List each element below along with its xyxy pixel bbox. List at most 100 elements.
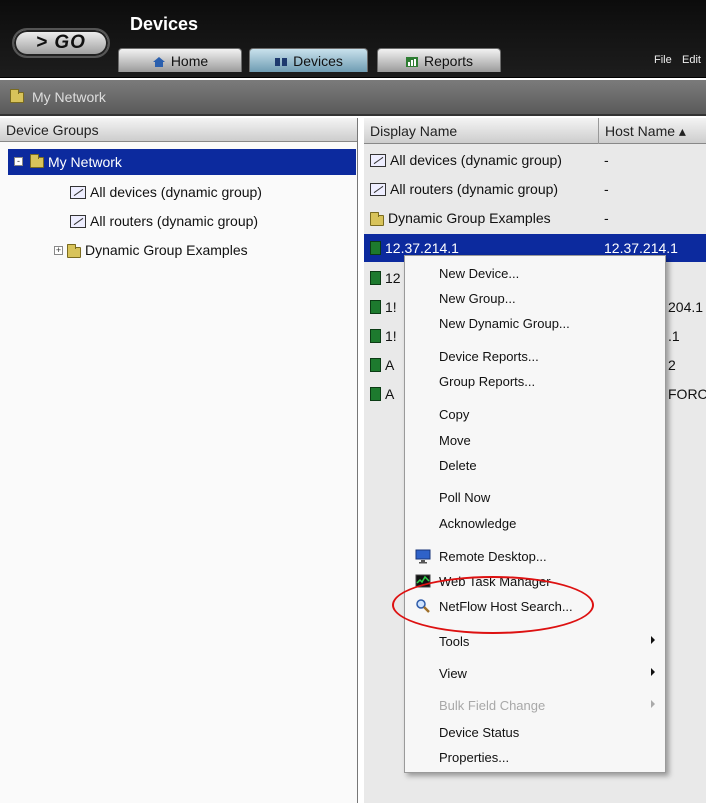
menu-item-delete[interactable]: Delete	[405, 454, 667, 476]
task-manager-icon	[415, 573, 431, 589]
menu-item-label: NetFlow Host Search...	[439, 598, 573, 614]
tab-home[interactable]: Home	[118, 48, 242, 72]
menu-item-label: New Group...	[439, 290, 516, 306]
host-name-cell: 2	[668, 357, 676, 373]
device-icon	[370, 271, 381, 285]
tree-item-my-network[interactable]: - My Network	[8, 149, 356, 175]
magnifier-icon	[415, 598, 431, 614]
menu-item-label: Properties...	[439, 749, 510, 765]
menu-item-label: Delete	[439, 457, 477, 473]
menu-item-move[interactable]: Move	[405, 429, 667, 451]
menu-item-new-dynamic-group[interactable]: New Dynamic Group...	[405, 312, 667, 334]
table-row[interactable]: All routers (dynamic group) -	[364, 175, 706, 203]
host-name-cell: -	[604, 152, 609, 168]
device-icon	[370, 358, 381, 372]
menu-item-acknowledge[interactable]: Acknowledge	[405, 512, 667, 534]
folder-icon	[10, 88, 24, 103]
menu-item-tools[interactable]: Tools	[405, 630, 667, 652]
menu-item-label: Web Task Manager	[439, 573, 551, 589]
device-icon	[370, 300, 381, 314]
breadcrumb: My Network	[0, 80, 706, 116]
host-name-cell: FORC	[668, 386, 706, 402]
host-name-cell: -	[604, 181, 609, 197]
dynamic-group-icon	[370, 153, 386, 167]
menu-item-label: New Dynamic Group...	[439, 315, 570, 331]
display-name-cell: 1!	[385, 299, 397, 315]
tree-item-all-routers[interactable]: All routers (dynamic group)	[70, 208, 350, 234]
app-title: Devices	[130, 14, 199, 34]
menu-item-label: Bulk Field Change	[439, 697, 546, 713]
tree-item-dynamic-group-examples[interactable]: + Dynamic Group Examples	[54, 237, 350, 263]
table-row[interactable]: All devices (dynamic group) -	[364, 146, 706, 174]
menu-item-new-group[interactable]: New Group...	[405, 287, 667, 309]
expand-icon[interactable]: +	[54, 245, 63, 255]
host-name-cell: 12.37.214.1	[604, 240, 678, 256]
app-header: > GO Devices Home Devices Reports File E…	[0, 0, 706, 78]
tab-reports-label: Reports	[423, 52, 474, 69]
menu-item-copy[interactable]: Copy	[405, 403, 667, 425]
display-name-cell: Dynamic Group Examples	[388, 210, 551, 226]
menu-item-label: Remote Desktop...	[439, 548, 547, 564]
menu-item-label: Group Reports...	[439, 373, 536, 389]
dynamic-group-icon	[70, 214, 86, 228]
file-menu[interactable]: File	[654, 54, 672, 66]
dynamic-group-icon	[370, 182, 386, 196]
display-name-cell: 1!	[385, 328, 397, 344]
device-icon	[370, 329, 381, 343]
reports-icon	[405, 55, 419, 67]
context-menu: New Device... New Group... New Dynamic G…	[404, 255, 666, 773]
tree-item-label: All routers (dynamic group)	[90, 213, 259, 229]
remote-desktop-icon	[415, 548, 431, 564]
column-display-name[interactable]: Display Name	[364, 118, 599, 144]
menu-item-device-reports[interactable]: Device Reports...	[405, 345, 667, 367]
tree-item-all-devices[interactable]: All devices (dynamic group)	[70, 179, 350, 205]
menu-item-group-reports[interactable]: Group Reports...	[405, 370, 667, 392]
menu-item-device-status[interactable]: Device Status	[405, 721, 667, 743]
go-button[interactable]: > GO	[12, 28, 110, 58]
display-name-cell: A	[385, 386, 395, 402]
tree-item-label: Dynamic Group Examples	[85, 242, 248, 258]
menu-item-bulk-field-change: Bulk Field Change	[405, 694, 667, 716]
device-icon	[370, 387, 381, 401]
tab-devices[interactable]: Devices	[249, 48, 368, 72]
menu-item-label: Tools	[439, 633, 470, 649]
menu-item-new-device[interactable]: New Device...	[405, 262, 667, 284]
display-name-cell: 12.37.214.1	[385, 240, 459, 256]
dynamic-group-icon	[70, 185, 86, 199]
folder-icon	[30, 153, 44, 168]
tab-reports[interactable]: Reports	[377, 48, 501, 72]
submenu-arrow-icon	[651, 636, 655, 644]
menu-item-netflow-host-search[interactable]: NetFlow Host Search...	[405, 595, 667, 617]
devices-icon	[274, 55, 288, 67]
column-host-name[interactable]: Host Name ▴	[599, 118, 706, 144]
menu-item-label: New Device...	[439, 265, 520, 281]
menu-item-properties[interactable]: Properties...	[405, 746, 667, 768]
display-name-cell: All routers (dynamic group)	[390, 181, 559, 197]
folder-icon	[67, 243, 81, 258]
device-icon	[370, 241, 381, 255]
edit-menu[interactable]: Edit	[682, 54, 701, 66]
breadcrumb-label: My Network	[32, 89, 106, 105]
menu-item-label: Device Status	[439, 724, 520, 740]
collapse-icon[interactable]: -	[14, 157, 23, 166]
submenu-arrow-icon	[651, 668, 655, 676]
folder-icon	[370, 211, 384, 226]
menu-item-label: Device Reports...	[439, 348, 539, 364]
menu-item-web-task-manager[interactable]: Web Task Manager	[405, 570, 667, 592]
tab-devices-label: Devices	[293, 52, 343, 69]
menu-item-label: View	[439, 665, 467, 681]
home-icon	[152, 55, 166, 67]
host-name-cell: .1	[668, 328, 680, 344]
table-row[interactable]: Dynamic Group Examples -	[364, 204, 706, 232]
submenu-arrow-icon	[651, 700, 655, 708]
display-name-cell: A	[385, 357, 395, 373]
menu-item-view[interactable]: View	[405, 662, 667, 684]
host-name-cell: 204.1	[668, 299, 704, 315]
menu-item-label: Acknowledge	[439, 515, 517, 531]
tree-item-label: My Network	[48, 154, 122, 170]
tree-item-label: All devices (dynamic group)	[90, 184, 262, 200]
menu-item-label: Move	[439, 432, 471, 448]
menu-item-poll-now[interactable]: Poll Now	[405, 486, 667, 508]
menu-item-label: Copy	[439, 406, 470, 422]
menu-item-remote-desktop[interactable]: Remote Desktop...	[405, 545, 667, 567]
